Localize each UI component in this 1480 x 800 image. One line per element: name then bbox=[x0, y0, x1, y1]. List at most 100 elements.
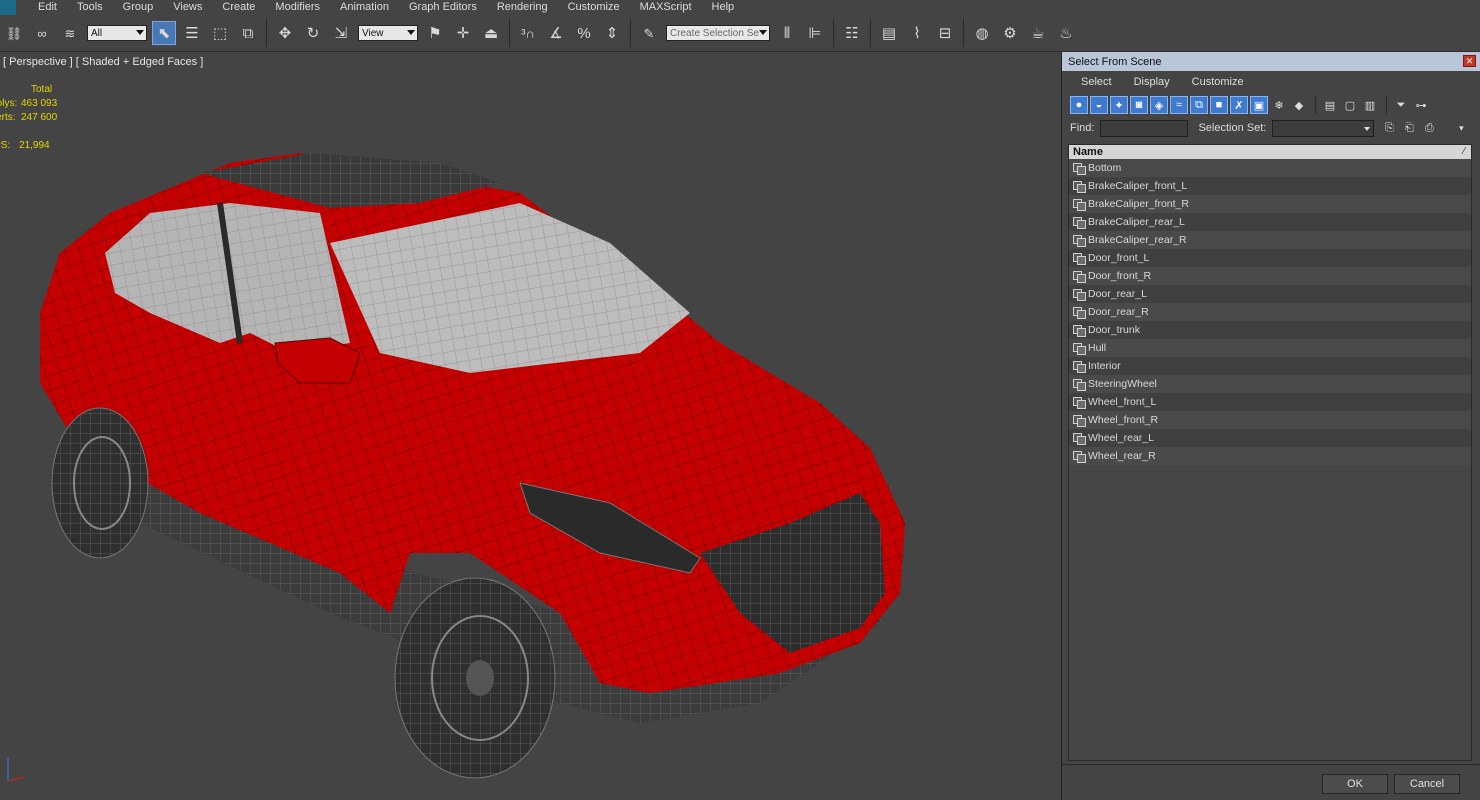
object-icon bbox=[1073, 216, 1086, 229]
filter-xrefs-icon[interactable]: ■ bbox=[1210, 96, 1228, 114]
filter-helpers-icon[interactable]: ◈ bbox=[1150, 96, 1168, 114]
angle-snap-icon[interactable]: ∡ bbox=[544, 21, 568, 45]
menu-customize[interactable]: Customize bbox=[558, 0, 630, 15]
app-icon[interactable] bbox=[0, 0, 16, 15]
viewport-label[interactable]: [ Perspective ] [ Shaded + Edged Faces ] bbox=[3, 56, 203, 68]
menu-views[interactable]: Views bbox=[163, 0, 212, 15]
menu-modifiers[interactable]: Modifiers bbox=[265, 0, 330, 15]
scale-icon[interactable]: ⇲ bbox=[329, 21, 353, 45]
perspective-viewport[interactable]: [ Perspective ] [ Shaded + Edged Faces ]… bbox=[0, 53, 1060, 800]
rotate-icon[interactable]: ↻ bbox=[301, 21, 325, 45]
list-item[interactable]: Door_front_R bbox=[1069, 267, 1471, 285]
menu-group[interactable]: Group bbox=[113, 0, 164, 15]
list-item[interactable]: Door_rear_R bbox=[1069, 303, 1471, 321]
filter-groups-icon[interactable]: ⧉ bbox=[1190, 96, 1208, 114]
selection-set-dropdown[interactable] bbox=[1272, 119, 1375, 137]
list-item[interactable]: Door_trunk bbox=[1069, 321, 1471, 339]
bind-space-warp-icon[interactable]: ≋ bbox=[58, 21, 82, 45]
filter-icon[interactable]: ⏷ bbox=[1392, 96, 1410, 114]
filter-geometry-icon[interactable]: ● bbox=[1070, 96, 1088, 114]
schematic-view-icon[interactable]: ⊟ bbox=[933, 21, 957, 45]
render-frame-icon[interactable]: ☕ bbox=[1026, 21, 1050, 45]
list-item[interactable]: Door_front_L bbox=[1069, 249, 1471, 267]
select-all-icon[interactable]: ▤ bbox=[1321, 96, 1339, 114]
dialog-title-bar[interactable]: Select From Scene ✕ bbox=[1062, 52, 1480, 71]
material-editor-icon[interactable]: ◍ bbox=[970, 21, 994, 45]
menu-create[interactable]: Create bbox=[212, 0, 265, 15]
dialog-menu-select[interactable]: Select bbox=[1070, 76, 1123, 88]
filter-frozen-icon[interactable]: ❄ bbox=[1270, 96, 1288, 114]
layer-manager-icon[interactable]: ☷ bbox=[840, 21, 864, 45]
filter-space-warps-icon[interactable]: ≈ bbox=[1170, 96, 1188, 114]
filter-lights-icon[interactable]: ✦ bbox=[1110, 96, 1128, 114]
list-item[interactable]: Wheel_front_L bbox=[1069, 393, 1471, 411]
list-item[interactable]: Wheel_rear_L bbox=[1069, 429, 1471, 447]
list-item[interactable]: SteeringWheel bbox=[1069, 375, 1471, 393]
filter-cameras-icon[interactable]: ◙ bbox=[1130, 96, 1148, 114]
object-icon bbox=[1073, 270, 1086, 283]
percent-snap-icon[interactable]: % bbox=[572, 21, 596, 45]
select-by-name-icon[interactable]: ☰ bbox=[180, 21, 204, 45]
filter-shapes-icon[interactable]: ◒ bbox=[1090, 96, 1108, 114]
create-selection-set-icon[interactable]: ⎘ bbox=[1380, 119, 1398, 137]
ok-button[interactable]: OK bbox=[1322, 774, 1388, 794]
pivot-center-icon[interactable]: ⚑ bbox=[423, 21, 447, 45]
filter-containers-icon[interactable]: ▣ bbox=[1250, 96, 1268, 114]
menu-tools[interactable]: Tools bbox=[67, 0, 113, 15]
scene-object-list[interactable]: Name ⁄ Bottom BrakeCaliper_front_L Brake… bbox=[1068, 144, 1472, 761]
remove-from-selection-set-icon[interactable]: ⎙ bbox=[1420, 119, 1438, 137]
menu-rendering[interactable]: Rendering bbox=[487, 0, 558, 15]
list-item[interactable]: BrakeCaliper_rear_L bbox=[1069, 213, 1471, 231]
menu-edit[interactable]: Edit bbox=[28, 0, 67, 15]
list-item[interactable]: Interior bbox=[1069, 357, 1471, 375]
snaps-toggle-icon[interactable]: ³∩ bbox=[516, 21, 540, 45]
hierarchy-icon[interactable]: ⊶ bbox=[1412, 96, 1430, 114]
find-input[interactable] bbox=[1100, 119, 1189, 137]
selection-filter-dropdown[interactable]: All bbox=[87, 25, 147, 41]
keyboard-shortcut-icon[interactable]: ⏏ bbox=[479, 21, 503, 45]
unlink-icon[interactable]: ∞ bbox=[30, 21, 54, 45]
render-setup-icon[interactable]: ⚙ bbox=[998, 21, 1022, 45]
mirror-icon[interactable]: ⫴ bbox=[775, 21, 799, 45]
edit-named-selection-icon[interactable]: ✎ bbox=[637, 21, 661, 45]
object-icon bbox=[1073, 162, 1086, 175]
filter-bones-icon[interactable]: ✗ bbox=[1230, 96, 1248, 114]
reference-coordinate-dropdown[interactable]: View bbox=[358, 25, 418, 41]
align-icon[interactable]: ⊫ bbox=[803, 21, 827, 45]
list-item[interactable]: Door_rear_L bbox=[1069, 285, 1471, 303]
menu-maxscript[interactable]: MAXScript bbox=[630, 0, 702, 15]
list-item[interactable]: Wheel_rear_R bbox=[1069, 447, 1471, 465]
find-label: Find: bbox=[1070, 122, 1095, 134]
list-item[interactable]: Wheel_front_R bbox=[1069, 411, 1471, 429]
add-to-selection-set-icon[interactable]: ⎗ bbox=[1400, 119, 1418, 137]
select-object-icon[interactable]: ⬉ bbox=[152, 21, 176, 45]
rectangular-selection-icon[interactable]: ⬚ bbox=[208, 21, 232, 45]
move-icon[interactable]: ✥ bbox=[273, 21, 297, 45]
expand-toolbar-icon[interactable]: ▾ bbox=[1452, 119, 1470, 137]
close-icon[interactable]: ✕ bbox=[1463, 55, 1476, 67]
dialog-menu-customize[interactable]: Customize bbox=[1181, 76, 1255, 88]
menu-graph-editors[interactable]: Graph Editors bbox=[399, 0, 487, 15]
curve-editor-icon[interactable]: ⌇ bbox=[905, 21, 929, 45]
list-item[interactable]: Hull bbox=[1069, 339, 1471, 357]
list-item[interactable]: BrakeCaliper_front_R bbox=[1069, 195, 1471, 213]
invert-selection-icon[interactable]: ▥ bbox=[1361, 96, 1379, 114]
menu-help[interactable]: Help bbox=[702, 0, 745, 15]
list-header-name[interactable]: Name ⁄ bbox=[1069, 145, 1471, 159]
select-manipulate-icon[interactable]: ✛ bbox=[451, 21, 475, 45]
menu-animation[interactable]: Animation bbox=[330, 0, 399, 15]
named-selection-set-dropdown[interactable]: Create Selection Se bbox=[666, 25, 770, 41]
filter-hidden-icon[interactable]: ◆ bbox=[1290, 96, 1308, 114]
cancel-button[interactable]: Cancel bbox=[1394, 774, 1460, 794]
list-item[interactable]: BrakeCaliper_rear_R bbox=[1069, 231, 1471, 249]
render-production-icon[interactable]: ♨ bbox=[1054, 21, 1078, 45]
dialog-menu-display[interactable]: Display bbox=[1123, 76, 1181, 88]
object-icon bbox=[1073, 342, 1086, 355]
list-item[interactable]: Bottom bbox=[1069, 159, 1471, 177]
window-crossing-icon[interactable]: ⧉ bbox=[236, 21, 260, 45]
list-item[interactable]: BrakeCaliper_front_L bbox=[1069, 177, 1471, 195]
select-none-icon[interactable]: ▢ bbox=[1341, 96, 1359, 114]
link-icon[interactable]: ⛓ bbox=[2, 21, 26, 45]
spinner-snap-icon[interactable]: ⇕ bbox=[600, 21, 624, 45]
scene-explorer-icon[interactable]: ▤ bbox=[877, 21, 901, 45]
